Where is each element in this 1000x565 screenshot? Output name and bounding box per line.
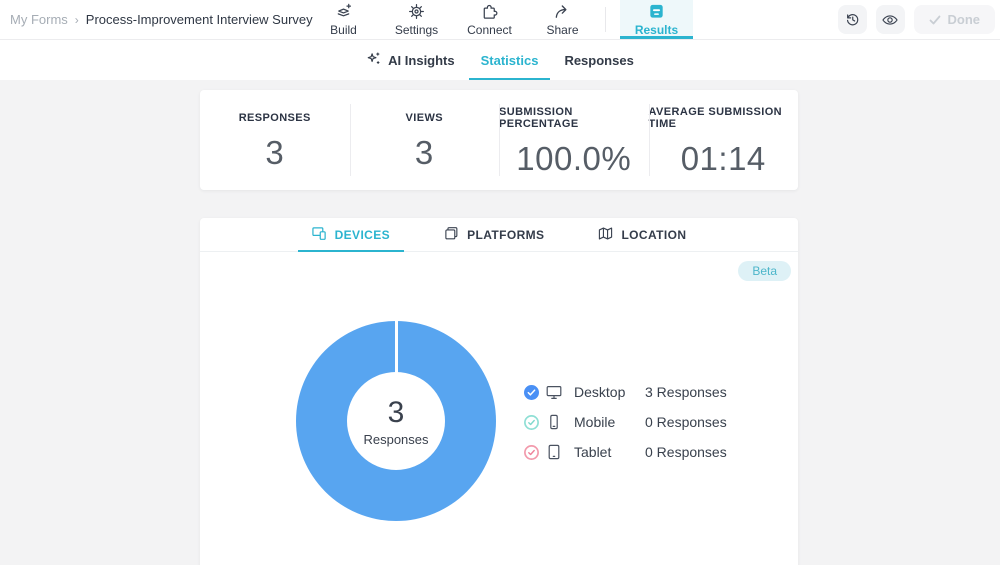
stat-value: 100.0%	[516, 140, 632, 177]
check-icon	[929, 15, 940, 24]
breadcrumb-my-forms-link[interactable]: My Forms	[10, 12, 68, 27]
stat-label: SUBMISSION PERCENTAGE	[499, 106, 579, 130]
tablet-check-circle-icon	[524, 444, 539, 460]
nav-label-build: Build	[330, 23, 357, 37]
sparkle-icon	[366, 51, 381, 69]
breadcrumb-separator: ›	[74, 12, 79, 27]
legend-label: Tablet	[574, 444, 612, 460]
donut-center-label: Responses	[363, 431, 429, 447]
build-icon	[334, 2, 353, 21]
panel-tabs: DEVICES PLATFORMS LOCATION	[200, 218, 798, 252]
desktop-monitor-icon	[546, 384, 562, 400]
legend-row-mobile[interactable]: Mobile 0 Responses	[524, 407, 727, 437]
history-icon	[846, 14, 858, 26]
preview-eye-button[interactable]	[875, 5, 905, 34]
legend-count: 0 Responses	[645, 444, 727, 460]
top-header: My Forms › Process-Improvement Interview…	[0, 0, 1000, 40]
donut-center: 3 Responses	[347, 372, 445, 470]
donut-center-value: 3	[387, 395, 405, 429]
mobile-check-circle-icon	[524, 414, 539, 430]
gear-icon	[407, 2, 426, 21]
tab-label-responses: Responses	[564, 52, 634, 68]
devices-icon	[311, 226, 327, 244]
desktop-check-circle-icon	[524, 384, 539, 400]
stat-label: RESPONSES	[238, 112, 311, 124]
stat-average-submission-time: AVERAGE SUBMISSION TIME 01:14	[648, 90, 799, 190]
breadcrumb: My Forms › Process-Improvement Interview…	[10, 0, 313, 39]
devices-donut-chart[interactable]: 3 Responses	[296, 321, 496, 521]
nav-item-connect[interactable]: Connect	[453, 0, 526, 39]
stat-value: 01:14	[680, 140, 766, 177]
stat-value: 3	[414, 134, 434, 171]
mobile-phone-icon	[546, 414, 562, 430]
nav-item-share[interactable]: Share	[526, 0, 599, 39]
nav-item-results[interactable]: Results	[620, 0, 693, 39]
tab-statistics[interactable]: Statistics	[468, 40, 551, 80]
top-nav: Build Settings Connect Share Results	[307, 0, 693, 39]
stat-value: 3	[265, 134, 285, 171]
nav-divider	[605, 7, 606, 32]
stat-label: AVERAGE SUBMISSION TIME	[648, 106, 783, 130]
stat-label: VIEWS	[405, 112, 443, 124]
legend-row-desktop[interactable]: Desktop 3 Responses	[524, 377, 727, 407]
puzzle-icon	[480, 2, 499, 21]
legend-label: Mobile	[574, 414, 616, 430]
summary-stats-card: RESPONSES 3 VIEWS 3 SUBMISSION PERCENTAG…	[200, 90, 798, 190]
legend-label: Desktop	[574, 384, 626, 400]
stat-responses: RESPONSES 3	[200, 90, 350, 190]
header-actions: Done	[837, 5, 995, 34]
nav-label-settings: Settings	[394, 23, 439, 37]
devices-chart-panel: Beta 3 Responses Desktop 3 Responses Mob…	[200, 252, 798, 565]
app-window: My Forms › Process-Improvement Interview…	[0, 0, 1000, 565]
tab-label-platforms: PLATFORMS	[467, 227, 545, 242]
devices-legend: Desktop 3 Responses Mobile 0 Responses T…	[524, 377, 727, 467]
tab-devices[interactable]: DEVICES	[297, 218, 405, 252]
revision-history-button[interactable]	[837, 5, 867, 34]
devices-panel-card: DEVICES PLATFORMS LOCATION Beta 3 Respon…	[200, 218, 798, 565]
nav-label-share: Share	[546, 23, 579, 37]
tab-label-statistics: Statistics	[480, 52, 539, 68]
nav-item-build[interactable]: Build	[307, 0, 380, 39]
tab-label-location: LOCATION	[621, 227, 687, 242]
tab-platforms[interactable]: PLATFORMS	[430, 218, 558, 251]
platforms-icon	[444, 226, 459, 244]
tab-ai-insights[interactable]: AI Insights	[366, 40, 455, 80]
donut-slice-divider	[394, 321, 398, 373]
map-icon	[598, 226, 613, 244]
legend-row-tablet[interactable]: Tablet 0 Responses	[524, 437, 727, 467]
nav-item-settings[interactable]: Settings	[380, 0, 453, 39]
done-label: Done	[947, 12, 981, 27]
legend-count: 0 Responses	[645, 414, 727, 430]
tab-label-devices: DEVICES	[334, 227, 391, 242]
legend-count: 3 Responses	[645, 384, 727, 400]
statistics-page: RESPONSES 3 VIEWS 3 SUBMISSION PERCENTAG…	[0, 80, 1000, 565]
stat-submission-percentage: SUBMISSION PERCENTAGE 100.0%	[499, 90, 649, 190]
stat-views: VIEWS 3	[349, 90, 500, 190]
results-subnav: AI Insights Statistics Responses	[0, 40, 1000, 80]
results-inbox-icon	[647, 2, 666, 21]
done-button[interactable]: Done	[913, 5, 995, 34]
eye-icon	[882, 14, 898, 25]
tab-location[interactable]: LOCATION	[584, 218, 700, 251]
breadcrumb-form-title: Process-Improvement Interview Survey	[85, 12, 313, 27]
share-arrow-icon	[553, 2, 572, 21]
tab-responses[interactable]: Responses	[564, 40, 633, 80]
nav-label-results: Results	[634, 23, 679, 37]
beta-badge: Beta	[738, 261, 791, 281]
tab-label-ai-insights: AI Insights	[388, 52, 455, 68]
nav-label-connect: Connect	[467, 23, 512, 37]
tablet-icon	[546, 444, 562, 460]
